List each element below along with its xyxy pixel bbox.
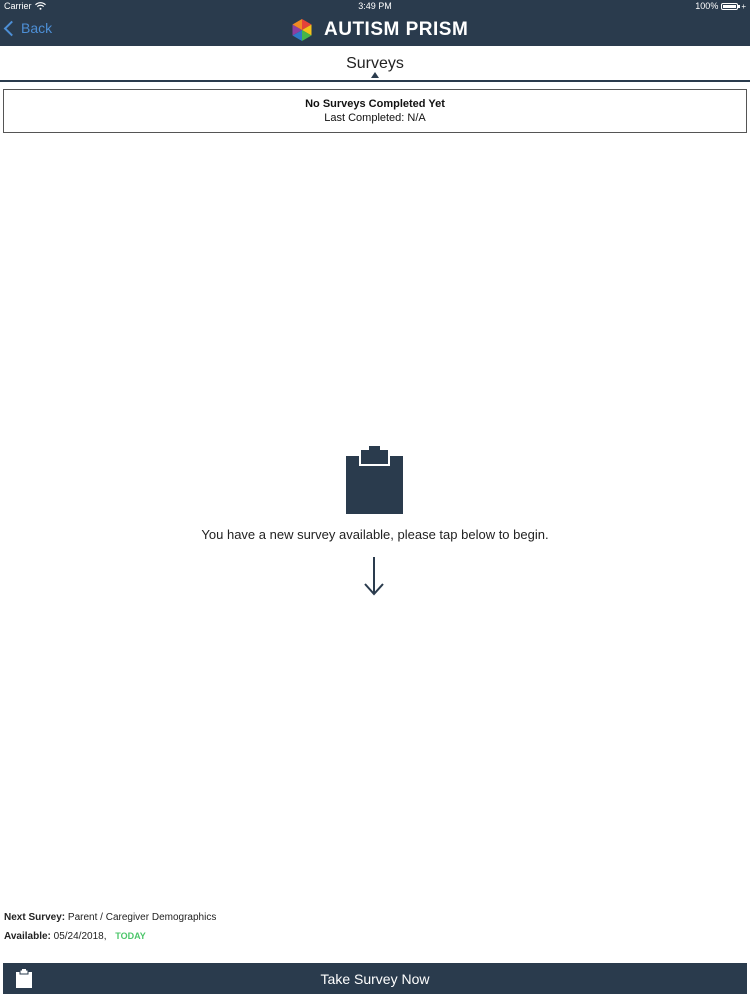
last-completed-text: Last Completed: N/A	[324, 112, 426, 124]
take-survey-label: Take Survey Now	[320, 971, 430, 987]
charging-icon: +	[741, 1, 746, 11]
chevron-left-icon	[3, 20, 20, 37]
next-survey-label: Next Survey:	[4, 912, 66, 923]
battery-percent: 100%	[695, 1, 719, 11]
take-survey-button[interactable]: Take Survey Now	[3, 963, 747, 994]
today-badge: TODAY	[115, 931, 146, 941]
app-header: Carrier 3:49 PM 100% + Back AUTISM PRISM	[0, 0, 750, 46]
status-time: 3:49 PM	[358, 1, 392, 11]
survey-prompt: You have a new survey available, please …	[201, 527, 549, 542]
page-title-bar: Surveys	[0, 46, 750, 82]
caret-up-icon	[371, 72, 379, 78]
clipboard-icon	[346, 446, 403, 514]
back-label: Back	[21, 20, 53, 36]
next-survey-value: Parent / Caregiver Demographics	[67, 912, 217, 923]
battery-icon	[721, 2, 741, 10]
prism-logo-icon	[292, 19, 312, 41]
available-info: Available: 05/24/2018, TODAY	[4, 931, 146, 942]
page-title: Surveys	[346, 55, 404, 72]
survey-status-title: No Surveys Completed Yet	[305, 98, 445, 110]
survey-status-box: No Surveys Completed Yet Last Completed:…	[3, 89, 747, 133]
back-button[interactable]: Back	[3, 20, 53, 37]
available-label: Available:	[4, 931, 51, 942]
available-date: 05/24/2018,	[53, 931, 107, 942]
next-survey-info: Next Survey: Parent / Caregiver Demograp…	[4, 912, 216, 923]
status-bar: Carrier 3:49 PM 100% +	[0, 0, 750, 14]
arrow-down-icon	[364, 557, 384, 596]
app-title: AUTISM PRISM	[324, 19, 469, 40]
app-brand: AUTISM PRISM	[290, 18, 468, 42]
battery-status: 100% +	[695, 1, 746, 11]
